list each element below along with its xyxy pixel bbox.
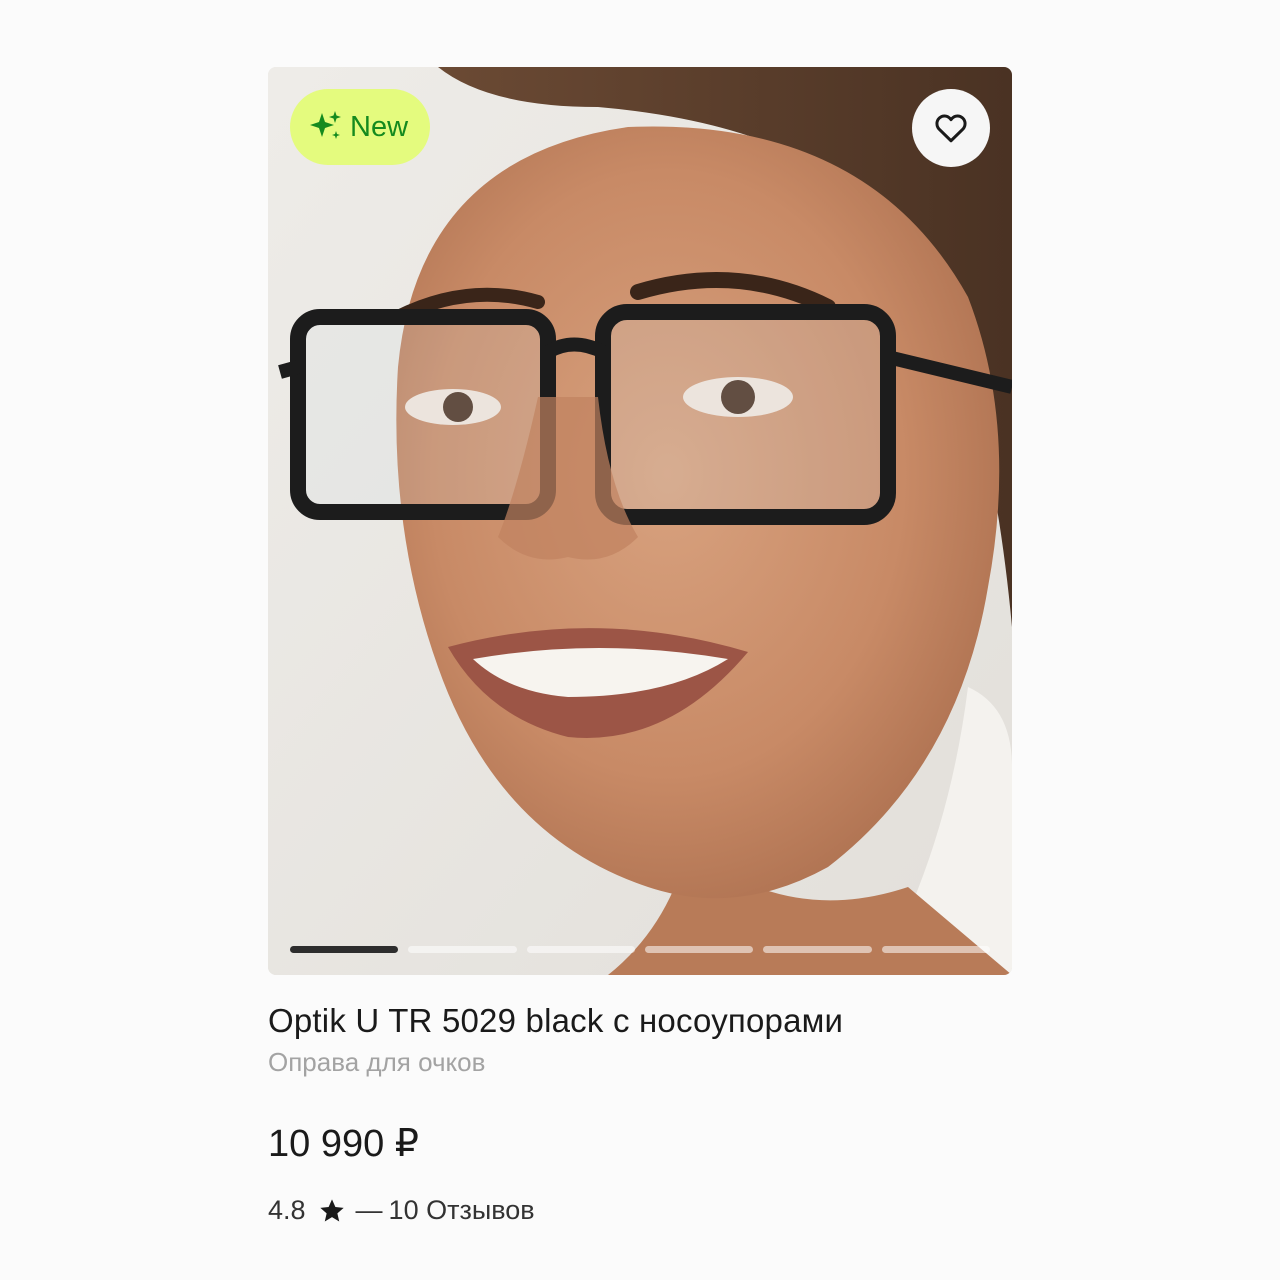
carousel-dot[interactable] xyxy=(881,946,990,953)
product-price: 10 990 ₽ xyxy=(268,1122,419,1165)
carousel-dot[interactable] xyxy=(644,946,754,953)
star-icon xyxy=(319,1199,344,1222)
sparkle-icon xyxy=(310,111,341,139)
product-category: Оправа для очков xyxy=(268,1046,486,1077)
product-title[interactable]: Optik U TR 5029 black с носоупорами xyxy=(268,1001,1012,1041)
reviews-count[interactable]: 10 Отзывов xyxy=(389,1195,535,1226)
product-photo xyxy=(268,67,1012,975)
rating-value: 4.8 xyxy=(268,1195,306,1226)
badge-label: New xyxy=(350,110,409,143)
carousel-dot[interactable] xyxy=(763,946,872,953)
rating-row[interactable]: 4.8 — 10 Отзывов xyxy=(268,1195,1012,1226)
carousel-indicator xyxy=(290,946,990,953)
carousel-dot[interactable] xyxy=(526,946,635,953)
favorite-button[interactable] xyxy=(912,89,990,167)
product-card[interactable]: New Optik U TR 5029 black с носоупорами … xyxy=(268,67,1012,1226)
carousel-dot[interactable] xyxy=(290,946,399,953)
product-image-carousel[interactable]: New xyxy=(268,67,1012,975)
heart-icon xyxy=(935,114,967,143)
carousel-dot[interactable] xyxy=(408,946,517,953)
new-badge: New xyxy=(290,89,431,165)
rating-separator: — xyxy=(355,1195,383,1226)
